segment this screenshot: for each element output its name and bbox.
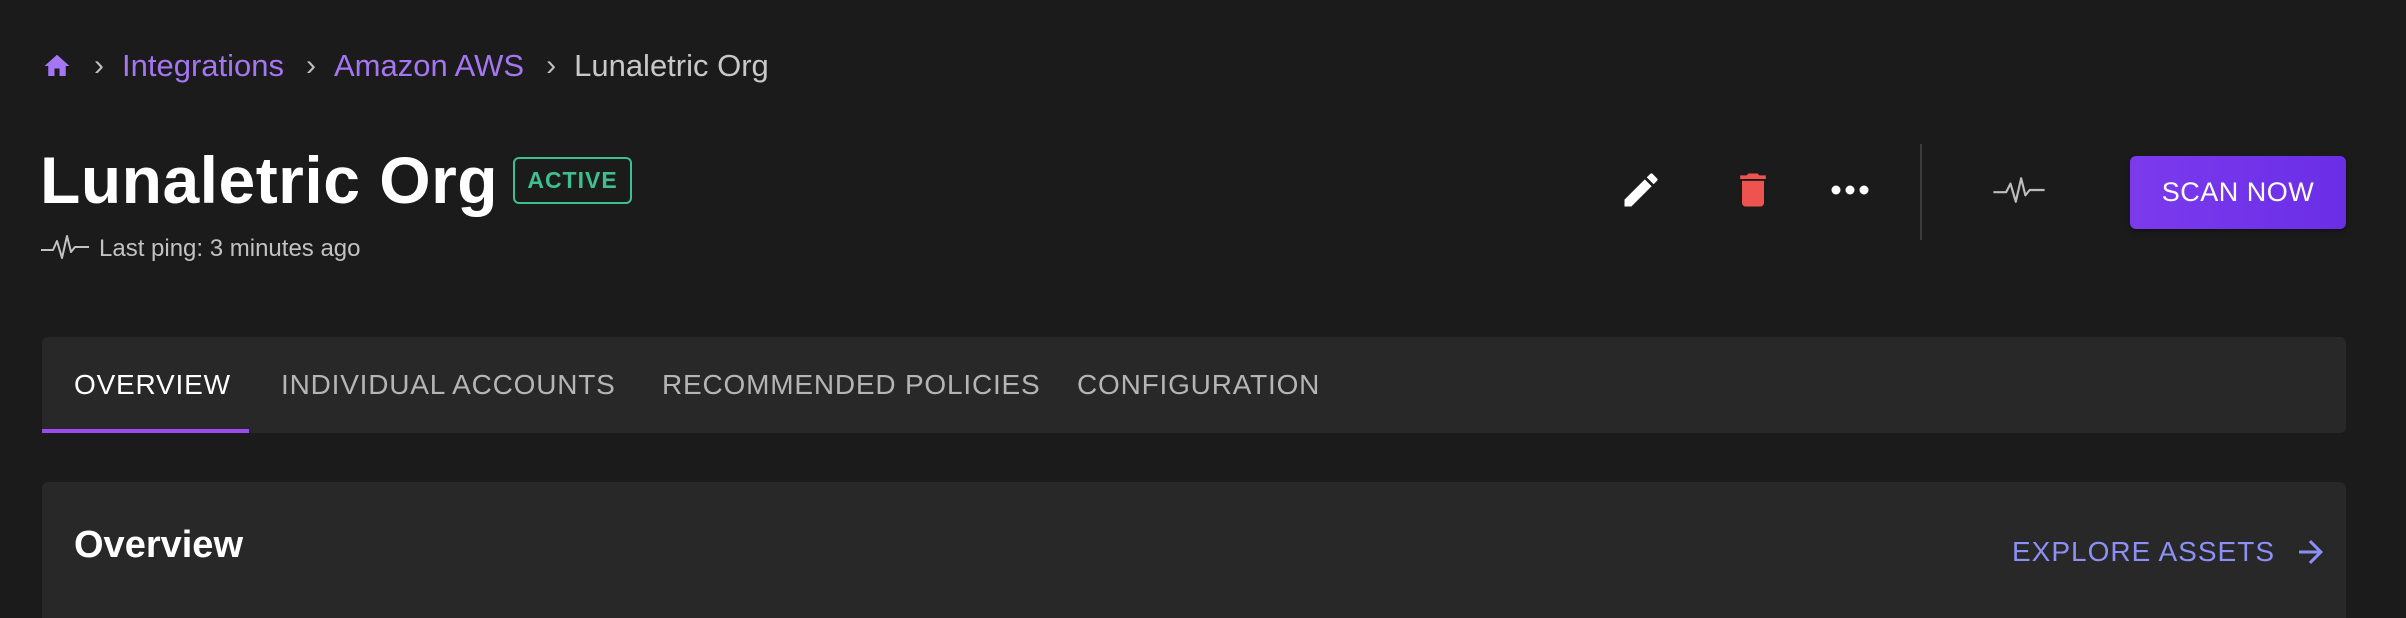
scan-now-button[interactable]: SCAN NOW [2130,156,2346,229]
active-tab-indicator [42,429,249,433]
last-ping-text: Last ping: 3 minutes ago [99,235,361,262]
tab-configuration[interactable]: CONFIGURATION [1077,337,1320,433]
edit-button[interactable] [1606,157,1676,227]
heartbeat-icon [41,232,89,267]
breadcrumb-current: Lunaletric Org [574,48,769,83]
actions-divider [1920,144,1922,240]
breadcrumb-amazon-aws-link[interactable]: Amazon AWS [334,48,524,84]
page-title: Lunaletric Org [40,143,499,217]
overview-title: Overview [74,524,243,566]
home-icon[interactable] [42,51,72,81]
heartbeat-icon [1993,174,2045,211]
explore-assets-label: EXPLORE ASSETS [2012,536,2275,567]
tab-overview[interactable]: OVERVIEW [74,337,231,433]
delete-button[interactable] [1718,157,1788,227]
more-horizontal-icon [1830,183,1870,201]
breadcrumb-integrations-link[interactable]: Integrations [122,48,284,84]
integration-detail-page: › Integrations › Amazon AWS › Lunaletric… [0,0,2406,618]
overview-card: Overview EXPLORE ASSETS [42,482,2346,618]
more-options-button[interactable] [1815,157,1885,227]
breadcrumb: › Integrations › Amazon AWS › Lunaletric… [42,44,769,88]
breadcrumb-separator: › [546,49,557,82]
trash-icon [1731,168,1775,217]
explore-assets-link[interactable]: EXPLORE ASSETS [2012,532,2329,572]
pencil-icon [1619,168,1663,217]
tab-bar: OVERVIEW INDIVIDUAL ACCOUNTS RECOMMENDED… [42,337,2346,433]
last-ping: Last ping: 3 minutes ago [41,232,361,266]
arrow-right-icon [2293,534,2329,570]
tab-recommended-policies[interactable]: RECOMMENDED POLICIES [662,337,1041,433]
heartbeat-button[interactable] [1984,157,2054,227]
tab-individual-accounts[interactable]: INDIVIDUAL ACCOUNTS [281,337,616,433]
breadcrumb-separator: › [306,49,316,82]
status-badge: ACTIVE [513,157,632,204]
breadcrumb-separator: › [94,49,104,82]
